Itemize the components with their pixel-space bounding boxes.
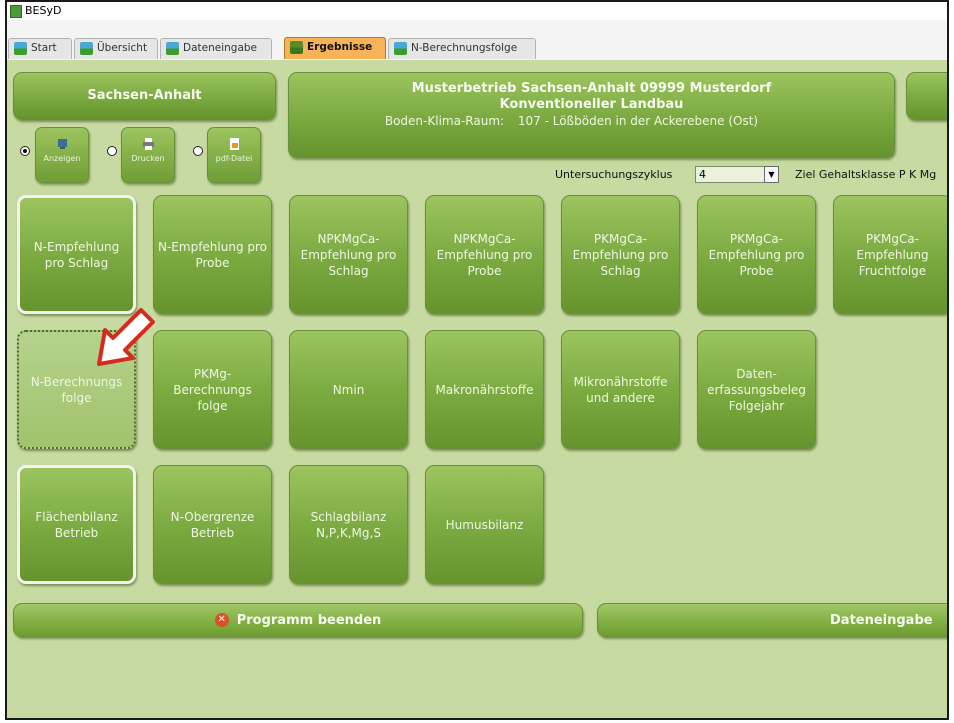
tab-ergebnisse-label: Ergebnisse bbox=[307, 41, 373, 53]
tile-n-empfehlung-schlag[interactable]: N-Empfehlung pro Schlag bbox=[17, 195, 136, 314]
tab-dateneingabe-icon bbox=[166, 42, 179, 55]
tab-start-icon bbox=[14, 42, 27, 55]
target-class-label: Ziel Gehaltsklasse P K Mg bbox=[795, 168, 937, 181]
data-entry-label: Dateneingabe bbox=[830, 612, 933, 628]
drucken-button[interactable]: Drucken bbox=[121, 127, 175, 183]
tab-uebersicht[interactable]: Übersicht bbox=[74, 38, 158, 59]
tile-pkmgca-fruchtfolge[interactable]: PKMgCa-Empfehlung Fruchtfolge bbox=[833, 195, 947, 314]
right-header-button[interactable] bbox=[906, 72, 947, 120]
tab-bar: Start Übersicht Dateneingabe Ergebnisse … bbox=[7, 20, 947, 60]
tile-schlagbilanz[interactable]: Schlagbilanz N,P,K,Mg,S bbox=[289, 465, 408, 584]
tile-label: Humusbilanz bbox=[445, 517, 524, 532]
tile-npkmgca-probe[interactable]: NPKMgCa-Empfehlung pro Probe bbox=[425, 195, 544, 314]
region-line: Boden-Klima-Raum: 107 - Lößböden in der … bbox=[385, 113, 758, 129]
tile-label: Flächenbilanz Betrieb bbox=[35, 509, 118, 540]
cycle-value: 4 bbox=[699, 168, 706, 181]
radio-anzeigen[interactable] bbox=[20, 146, 30, 156]
tile-label: Nmin bbox=[332, 382, 365, 397]
cycle-select[interactable]: 4 ▼ bbox=[695, 166, 779, 183]
screen-icon bbox=[57, 139, 67, 149]
tile-makronaehrstoffe[interactable]: Makronährstoffe bbox=[425, 330, 544, 449]
tile-n-empfehlung-probe[interactable]: N-Empfehlung pro Probe bbox=[153, 195, 272, 314]
tile-label: Daten-erfassungsbeleg Folgejahr bbox=[707, 366, 806, 413]
tile-label: Mikronährstoffe und andere bbox=[573, 374, 668, 405]
tile-label: N-Obergrenze Betrieb bbox=[170, 509, 255, 540]
tile-label: PKMgCa-Empfehlung Fruchtfolge bbox=[856, 231, 929, 278]
chevron-down-icon[interactable]: ▼ bbox=[764, 166, 779, 183]
title-bar: BESyD bbox=[7, 2, 947, 21]
farming-type: Konventioneller Landbau bbox=[499, 97, 684, 112]
tile-pkmgca-probe[interactable]: PKMgCa-Empfehlung pro Probe bbox=[697, 195, 816, 314]
tile-n-obergrenze[interactable]: N-Obergrenze Betrieb bbox=[153, 465, 272, 584]
radio-pdf[interactable] bbox=[193, 146, 203, 156]
farm-name: Musterbetrieb Sachsen-Anhalt 09999 Muste… bbox=[411, 81, 772, 96]
app-title: BESyD bbox=[25, 4, 62, 17]
tile-pkmg-berechnungsfolge[interactable]: PKMg-Berechnungs folge bbox=[153, 330, 272, 449]
exit-program-button[interactable]: ✕ Programm beenden bbox=[13, 603, 583, 637]
tab-n-berechnungsfolge-label: N-Berechnungsfolge bbox=[411, 42, 518, 54]
tile-mikronaehrstoffe[interactable]: Mikronährstoffe und andere bbox=[561, 330, 680, 449]
tile-label: NPKMgCa-Empfehlung pro Schlag bbox=[300, 231, 397, 278]
tile-nmin[interactable]: Nmin bbox=[289, 330, 408, 449]
tab-n-berechnungsfolge[interactable]: N-Berechnungsfolge bbox=[388, 38, 536, 59]
tile-label: PKMgCa-Empfehlung pro Probe bbox=[708, 231, 805, 278]
radio-drucken[interactable] bbox=[107, 146, 117, 156]
tab-dateneingabe[interactable]: Dateneingabe bbox=[160, 38, 272, 59]
tile-label: N-Empfehlung pro Probe bbox=[158, 239, 268, 270]
pdf-icon bbox=[229, 138, 239, 150]
region-value: 107 - Lößböden in der Ackerebene (Ost) bbox=[517, 114, 759, 128]
anzeigen-label: Anzeigen bbox=[43, 154, 81, 163]
tile-npkmgca-schlag[interactable]: NPKMgCa-Empfehlung pro Schlag bbox=[289, 195, 408, 314]
tile-datenerfassungsbeleg[interactable]: Daten-erfassungsbeleg Folgejahr bbox=[697, 330, 816, 449]
state-button[interactable]: Sachsen-Anhalt bbox=[13, 72, 276, 120]
tab-dateneingabe-label: Dateneingabe bbox=[183, 42, 258, 54]
tab-start-label: Start bbox=[31, 42, 57, 54]
app-window: BESyD Start Übersicht Dateneingabe Ergeb… bbox=[5, 0, 949, 720]
tab-n-berechnungsfolge-icon bbox=[394, 42, 407, 55]
printer-icon bbox=[142, 138, 154, 150]
region-label: Boden-Klima-Raum: bbox=[384, 114, 505, 128]
pdf-button[interactable]: pdf-Datei bbox=[207, 127, 261, 183]
tile-pkmgca-schlag[interactable]: PKMgCa-Empfehlung pro Schlag bbox=[561, 195, 680, 314]
tile-flaechenbilanz[interactable]: Flächenbilanz Betrieb bbox=[17, 465, 136, 584]
tile-label: N-Empfehlung pro Schlag bbox=[33, 239, 120, 270]
tile-label: N-Berechnungs folge bbox=[30, 374, 123, 405]
farm-info-panel: Musterbetrieb Sachsen-Anhalt 09999 Muste… bbox=[288, 72, 895, 158]
tab-uebersicht-label: Übersicht bbox=[97, 42, 148, 54]
tab-start[interactable]: Start bbox=[8, 38, 72, 59]
tile-label: Makronährstoffe bbox=[435, 382, 534, 397]
tile-label: Schlagbilanz N,P,K,Mg,S bbox=[310, 509, 387, 540]
anzeigen-button[interactable]: Anzeigen bbox=[35, 127, 89, 183]
arrow-annotation-icon bbox=[97, 308, 155, 366]
exit-program-label: Programm beenden bbox=[236, 612, 382, 628]
tab-ergebnisse[interactable]: Ergebnisse bbox=[284, 37, 386, 59]
tile-humusbilanz[interactable]: Humusbilanz bbox=[425, 465, 544, 584]
tile-label: NPKMgCa-Empfehlung pro Probe bbox=[436, 231, 533, 278]
tab-uebersicht-icon bbox=[80, 42, 93, 55]
close-icon: ✕ bbox=[214, 613, 229, 627]
tile-label: PKMgCa-Empfehlung pro Schlag bbox=[572, 231, 669, 278]
app-icon bbox=[10, 5, 22, 18]
cycle-label: Untersuchungszyklus bbox=[555, 168, 673, 181]
drucken-label: Drucken bbox=[131, 154, 165, 163]
pdf-label: pdf-Datei bbox=[215, 154, 253, 163]
state-button-label: Sachsen-Anhalt bbox=[87, 88, 202, 103]
data-entry-button[interactable]: Dateneingabe bbox=[597, 603, 947, 637]
tab-ergebnisse-icon bbox=[290, 41, 303, 54]
tile-label: PKMg-Berechnungs folge bbox=[173, 366, 252, 413]
